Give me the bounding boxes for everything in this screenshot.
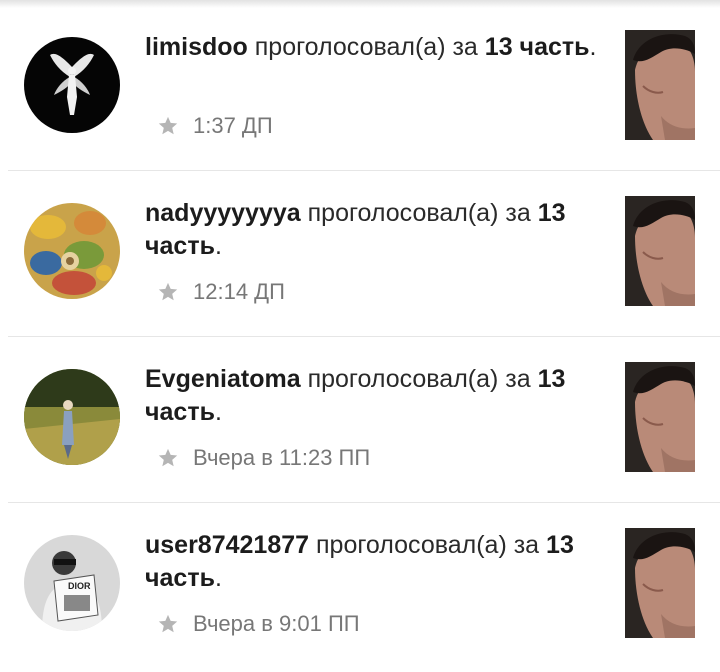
timestamp-row: 12:14 ДП	[157, 279, 285, 305]
username-link[interactable]: nadyyyyyyya	[145, 199, 301, 227]
star-icon	[158, 448, 178, 467]
action-text: проголосовал(а) за	[254, 33, 478, 61]
username-link[interactable]: user87421877	[145, 531, 309, 559]
story-cover-thumbnail[interactable]	[625, 30, 695, 140]
part-link[interactable]: 13 часть	[485, 33, 590, 61]
timestamp: 1:37 ДП	[193, 113, 273, 138]
story-cover-thumbnail[interactable]	[625, 528, 695, 638]
person-reading-magazine-avatar[interactable]: DIOR	[24, 535, 120, 631]
star-icon	[158, 116, 178, 135]
timestamp: 12:14 ДП	[193, 279, 285, 304]
period: .	[214, 232, 222, 260]
star-icon	[158, 282, 178, 301]
notification-item[interactable]: Evgeniatoma проголосовал(а) за 13 часть.…	[0, 337, 720, 503]
notification-text: nadyyyyyyya проголосовал(а) за 13 часть.	[145, 197, 600, 263]
colorful-pattern-avatar[interactable]	[24, 203, 120, 299]
person-in-field-avatar[interactable]	[24, 369, 120, 465]
angel-silhouette-avatar[interactable]	[24, 37, 120, 133]
period: .	[214, 398, 222, 426]
timestamp-row: Вчера в 9:01 ПП	[157, 611, 360, 637]
action-text: проголосовал(а) за	[307, 365, 531, 393]
notification-item[interactable]: nadyyyyyyya проголосовал(а) за 13 часть.…	[0, 171, 720, 337]
notification-text: limisdoo проголосовал(а) за 13 часть.	[145, 31, 600, 64]
timestamp: Вчера в 9:01 ПП	[193, 611, 360, 636]
notification-text: user87421877 проголосовал(а) за 13 часть…	[145, 529, 600, 595]
story-cover-thumbnail[interactable]	[625, 362, 695, 472]
username-link[interactable]: limisdoo	[145, 33, 248, 61]
story-cover-thumbnail[interactable]	[625, 196, 695, 306]
star-icon	[158, 614, 178, 633]
action-text: проголосовал(а) за	[316, 531, 540, 559]
notification-text: Evgeniatoma проголосовал(а) за 13 часть.	[145, 363, 600, 429]
action-text: проголосовал(а) за	[307, 199, 531, 227]
timestamp: Вчера в 11:23 ПП	[193, 445, 371, 470]
username-link[interactable]: Evgeniatoma	[145, 365, 301, 393]
notification-item[interactable]: DIOR user87421877 проголосовал(а) за 13 …	[0, 503, 720, 669]
notification-feed: limisdoo проголосовал(а) за 13 часть. 1:…	[0, 5, 720, 669]
timestamp-row: 1:37 ДП	[157, 113, 273, 139]
notification-item[interactable]: limisdoo проголосовал(а) за 13 часть. 1:…	[0, 5, 720, 171]
timestamp-row: Вчера в 11:23 ПП	[157, 445, 370, 471]
period: .	[214, 564, 222, 592]
period: .	[589, 33, 597, 61]
svg-text:DIOR: DIOR	[68, 581, 91, 591]
